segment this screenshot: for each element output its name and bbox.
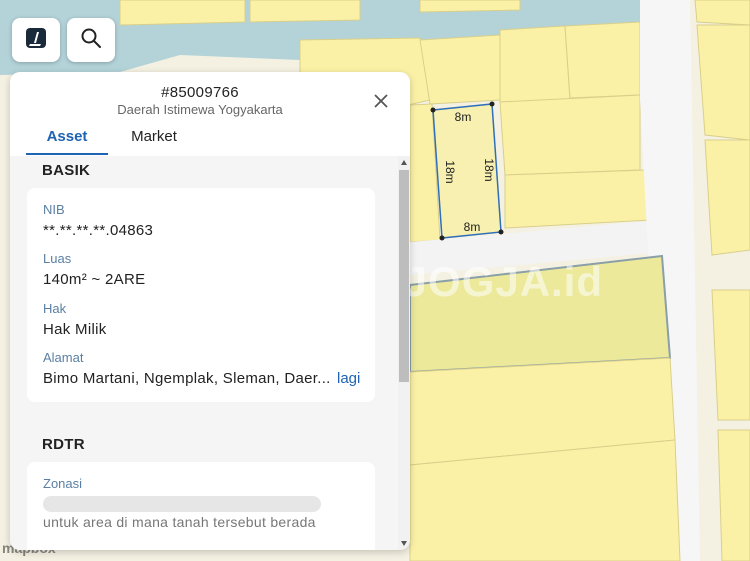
parcel-vertex[interactable] xyxy=(430,107,436,113)
map-parcel xyxy=(711,289,750,421)
dimension-label-top: 8m xyxy=(455,110,472,124)
search-button[interactable] xyxy=(67,18,115,62)
map-parcel xyxy=(499,94,641,176)
field-value-luas: 140m² ~ 2ARE xyxy=(43,271,146,288)
field-label-alamat: Alamat xyxy=(43,350,84,365)
dimension-label-right: 18m xyxy=(482,158,496,181)
parcel-vertex[interactable] xyxy=(439,235,445,241)
map-parcel xyxy=(696,24,750,141)
map-parcel xyxy=(717,429,750,561)
map-parcel xyxy=(249,0,361,23)
scrollbar[interactable] xyxy=(398,156,410,550)
zonasi-hint: untuk area di mana tanah tersebut berada xyxy=(43,514,316,530)
map-parcel xyxy=(119,0,246,26)
rdtr-card: Zonasi untuk area di mana tanah tersebut… xyxy=(27,462,375,550)
map-parcel xyxy=(564,21,641,99)
search-icon xyxy=(80,27,102,54)
scroll-up-arrow-icon[interactable] xyxy=(401,160,407,165)
parcel-info-panel: #85009766 Daerah Istimewa Yogyakarta Ass… xyxy=(10,72,410,550)
tab-market[interactable]: Market xyxy=(124,128,184,155)
map-parcel xyxy=(419,0,521,13)
zonasi-loading-skeleton xyxy=(43,496,321,512)
more-link[interactable]: lagi xyxy=(337,370,360,387)
scroll-down-arrow-icon[interactable] xyxy=(401,541,407,546)
section-title-basik: BASIK xyxy=(42,162,91,179)
map-parcel xyxy=(694,0,750,26)
field-label-nib: NIB xyxy=(43,202,65,217)
tab-bar: Asset Market xyxy=(26,128,184,155)
panel-scroll-content[interactable]: BASIK NIB **.**.**.**.04863 Luas 140m² ~… xyxy=(10,156,398,550)
field-value-nib: **.**.**.**.04863 xyxy=(43,222,154,239)
field-value-alamat: Bimo Martani, Ngemplak, Sleman, Daer... xyxy=(43,370,331,387)
parcel-id: #85009766 xyxy=(161,84,239,101)
map-parcel xyxy=(504,169,651,229)
map-parcel xyxy=(499,25,571,103)
field-label-zonasi: Zonasi xyxy=(43,476,83,491)
field-label-luas: Luas xyxy=(43,251,72,266)
map-parcel xyxy=(419,34,501,105)
app-logo-button[interactable] xyxy=(12,18,60,62)
scrollbar-thumb[interactable] xyxy=(399,170,409,382)
map-parcel xyxy=(704,139,750,256)
dimension-label-left: 18m xyxy=(443,160,457,183)
close-icon[interactable] xyxy=(372,92,390,110)
parcel-vertex[interactable] xyxy=(498,229,504,235)
parcel-vertex[interactable] xyxy=(489,101,495,107)
dimension-label-bottom: 8m xyxy=(464,220,481,234)
app-logo-icon xyxy=(25,27,47,54)
parcel-region: Daerah Istimewa Yogyakarta xyxy=(117,102,283,117)
tab-asset[interactable]: Asset xyxy=(26,128,108,155)
section-title-rdtr: RDTR xyxy=(42,436,85,453)
field-label-hak: Hak xyxy=(43,301,67,316)
field-value-hak: Hak Milik xyxy=(43,321,107,338)
basik-card: NIB **.**.**.**.04863 Luas 140m² ~ 2ARE … xyxy=(27,188,375,402)
